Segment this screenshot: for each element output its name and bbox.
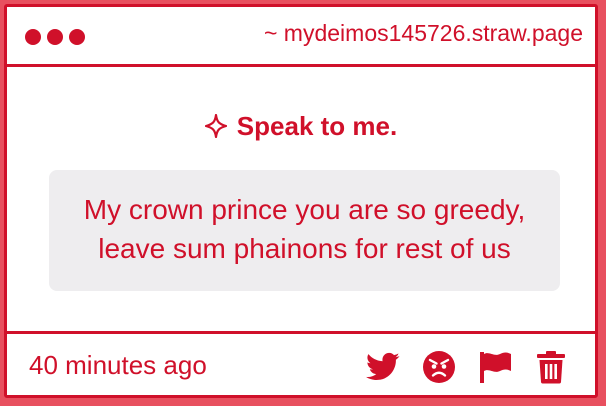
message-text: My crown prince you are so greedy, leave… <box>83 194 526 264</box>
message-box: My crown prince you are so greedy, leave… <box>49 170 560 291</box>
report-flag-button[interactable] <box>477 349 513 385</box>
window-dot-3[interactable] <box>69 29 85 45</box>
twitter-share-button[interactable] <box>365 349 401 385</box>
prompt-heading: Speak to me. <box>7 111 595 142</box>
card-footer: 40 minutes ago <box>7 331 595 395</box>
window-titlebar: ~ mydeimos145726.straw.page <box>7 7 595 67</box>
timestamp: 40 minutes ago <box>29 350 207 380</box>
sparkle-icon <box>204 113 227 139</box>
window-dot-2[interactable] <box>47 29 63 45</box>
prompt-heading-text: Speak to me. <box>236 111 398 141</box>
action-bar <box>365 349 569 385</box>
delete-button[interactable] <box>533 349 569 385</box>
react-angry-button[interactable] <box>421 349 457 385</box>
window-controls <box>25 29 85 45</box>
twitter-icon <box>366 352 400 381</box>
page-url[interactable]: ~ mydeimos145726.straw.page <box>264 20 583 47</box>
angry-face-icon <box>423 351 455 383</box>
trash-icon <box>537 351 565 384</box>
content-area: Speak to me. My crown prince you are so … <box>7 67 595 331</box>
window-dot-1[interactable] <box>25 29 41 45</box>
flag-icon <box>480 352 511 383</box>
message-card: ~ mydeimos145726.straw.page Speak to me.… <box>4 4 598 398</box>
